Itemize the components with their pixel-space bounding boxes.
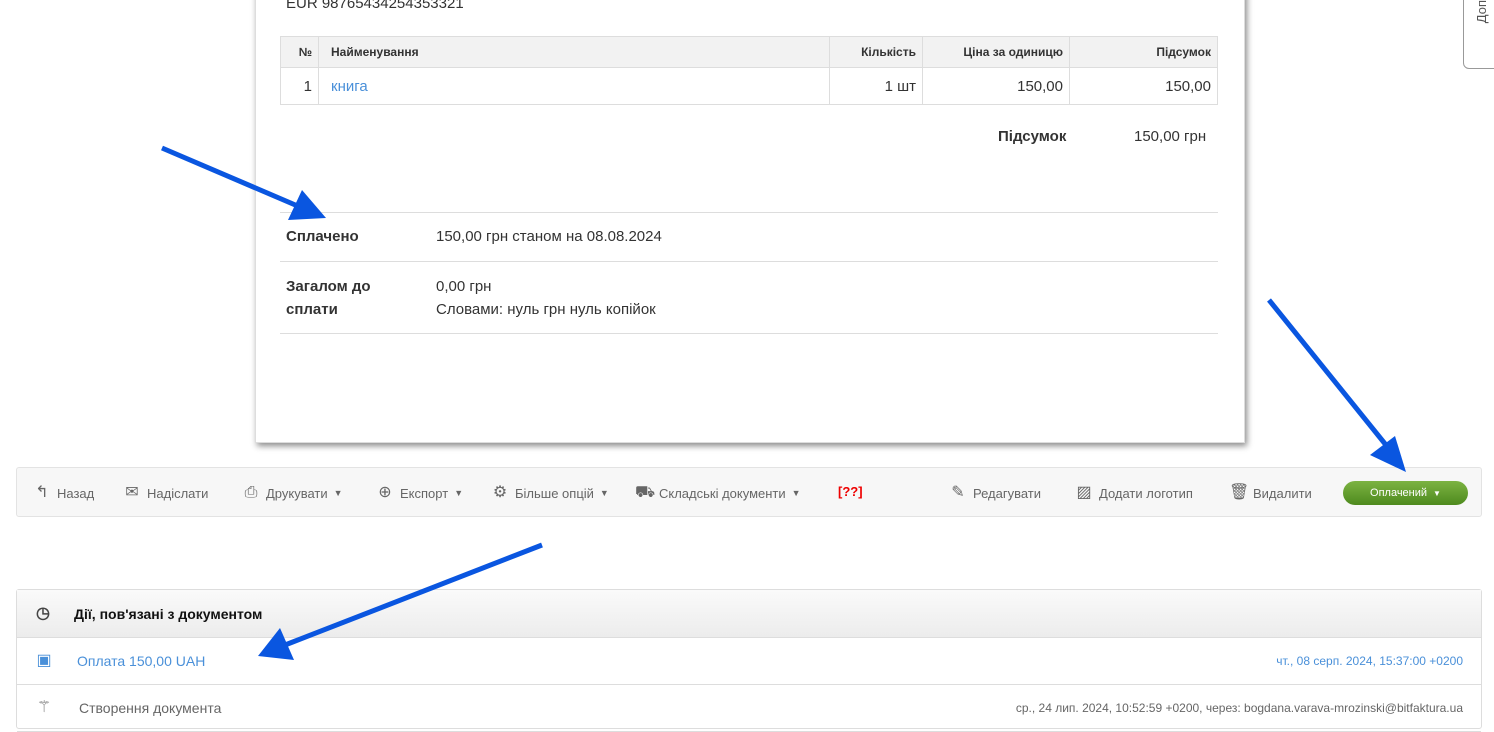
back-button[interactable]: ↰ Назад — [33, 484, 94, 502]
edit-label: Редагувати — [973, 485, 1042, 501]
due-label-line2: сплати — [286, 301, 338, 318]
status-label: Оплачений — [1370, 487, 1428, 499]
side-tab[interactable]: Доп — [1463, 0, 1494, 69]
status-dropdown[interactable]: Оплачений ▼ — [1343, 481, 1468, 505]
export-button[interactable]: ⊕ Експорт ▼ — [376, 484, 463, 502]
side-tab-label: Доп — [1474, 0, 1489, 24]
due-value: 0,00 грн Словами: нуль грн нуль копійок — [436, 275, 656, 321]
activity-item: ▣ Оплата 150,00 UAH чт., 08 серп. 2024, 15… — [17, 638, 1481, 685]
activity-panel: ◷ Дії, пов'язані з документом ▣ Оплата 150… — [16, 589, 1482, 732]
print-icon: ⎙ — [244, 484, 258, 501]
due-label: Загалом до сплати — [286, 275, 371, 321]
payment-link[interactable]: Оплата 150,00 UAH — [77, 653, 205, 669]
activity-item: ⚚ Створення документа ср., 24 лип. 2024, 1… — [17, 685, 1481, 732]
truck-icon: ⛟ — [635, 484, 656, 501]
more-options-button[interactable]: ⚙ Більше опцій ▼ — [491, 484, 609, 502]
arrow-status — [1267, 298, 1392, 452]
send-label: Надіслати — [147, 485, 209, 501]
warehouse-label: Складські документи — [659, 485, 786, 501]
unknown-link[interactable]: [??] — [838, 484, 863, 499]
caret-down-icon: ▼ — [791, 488, 801, 498]
edit-button[interactable]: ✎ Редагувати — [949, 484, 1041, 502]
activity-title: Дії, пов'язані з документом — [74, 605, 263, 622]
subtotal-label: Підсумок — [998, 128, 1067, 145]
trash-icon: 🗑 — [1229, 484, 1250, 501]
table-row: 1 книга 1 шт 150,00 150,00 — [280, 67, 1218, 105]
clock-icon: ◷ — [36, 604, 50, 622]
creation-label: Створення документа — [79, 700, 222, 716]
col-price: Ціна за одиницю — [922, 36, 1070, 68]
more-label: Більше опцій — [515, 485, 594, 501]
warehouse-docs-button[interactable]: ⛟ Складські документи ▼ — [635, 484, 801, 502]
items-table: № Найменування Кількість Ціна за одиницю Під… — [280, 36, 1218, 105]
logo-label: Додати логотип — [1099, 485, 1193, 501]
add-logo-button[interactable]: ▨ Додати логотип — [1075, 484, 1193, 502]
caret-down-icon: ▼ — [454, 488, 464, 498]
activity-header: ◷ Дії, пов'язані з документом — [17, 590, 1481, 638]
cell-total: 150,00 — [1069, 67, 1218, 105]
caret-down-icon: ▼ — [333, 488, 343, 498]
activity-date: ср., 24 лип. 2024, 10:52:59 +0200, через… — [1015, 701, 1463, 715]
download-circle-icon: ⊕ — [378, 484, 392, 501]
send-button[interactable]: ✉ Надіслати — [123, 484, 208, 502]
divider — [280, 333, 1218, 334]
cell-qty: 1 шт — [829, 67, 923, 105]
col-total: Підсумок — [1069, 36, 1218, 68]
back-label: Назад — [57, 485, 95, 501]
magic-wand-icon: ⚚ — [36, 699, 52, 716]
money-icon: ▣ — [36, 652, 52, 669]
gear-icon: ⚙ — [492, 484, 508, 501]
col-qty: Кількість — [829, 36, 923, 68]
subtotal-value: 150,00 грн — [1134, 128, 1207, 145]
cell-price: 150,00 — [922, 67, 1070, 105]
export-label: Експорт — [400, 485, 449, 501]
due-amount: 0,00 грн — [436, 278, 492, 295]
print-button[interactable]: ⎙ Друкувати ▼ — [242, 484, 343, 502]
due-words: Словами: нуль грн нуль копійок — [436, 301, 656, 318]
paid-label: Сплачено — [286, 228, 359, 245]
item-link[interactable]: книга — [318, 67, 830, 105]
cell-number: 1 — [280, 67, 319, 105]
divider — [280, 212, 1218, 213]
caret-down-icon: ▼ — [599, 488, 609, 498]
reply-icon: ↰ — [35, 484, 49, 501]
print-label: Друкувати — [266, 485, 328, 501]
document-toolbar: ↰ Назад ✉ Надіслати ⎙ Друкувати ▼ ⊕ Експорт ▼ … — [16, 467, 1482, 517]
col-name: Найменування — [318, 36, 830, 68]
activity-date: чт., 08 серп. 2024, 15:37:00 +0200 — [1276, 654, 1463, 668]
image-icon: ▨ — [1076, 484, 1092, 501]
due-label-line1: Загалом до — [286, 278, 371, 295]
delete-button[interactable]: 🗑 Видалити — [1229, 484, 1312, 502]
caret-down-icon: ▼ — [1433, 488, 1441, 498]
envelope-icon: ✉ — [125, 484, 139, 501]
edit-icon: ✎ — [951, 484, 965, 501]
col-number: № — [280, 36, 319, 68]
delete-label: Видалити — [1253, 485, 1312, 501]
divider — [280, 261, 1218, 262]
paid-value: 150,00 грн станом на 08.08.2024 — [436, 228, 662, 245]
account-number: EUR 98765434254353321 — [286, 0, 464, 12]
